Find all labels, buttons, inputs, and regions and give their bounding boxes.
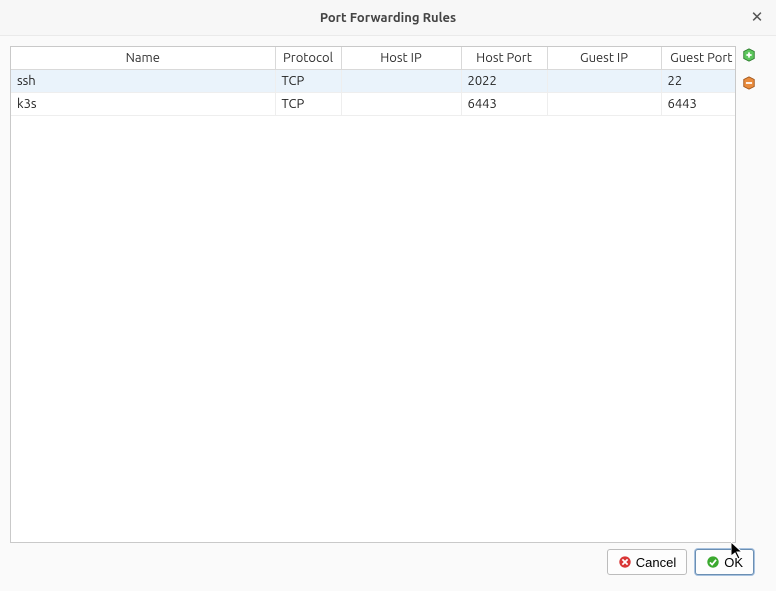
table-header-row: Name Protocol Host IP Host Port Guest IP… <box>11 47 736 70</box>
cell-guest-port[interactable]: 6443 <box>661 93 736 116</box>
cell-guest-ip[interactable] <box>547 70 661 93</box>
add-rule-icon <box>742 48 756 62</box>
cancel-label: Cancel <box>636 555 676 570</box>
cell-guest-ip[interactable] <box>547 93 661 116</box>
add-rule-button[interactable] <box>742 48 762 68</box>
cell-guest-port[interactable]: 22 <box>661 70 736 93</box>
side-toolbar <box>742 46 766 543</box>
remove-rule-icon <box>742 76 756 90</box>
ok-icon <box>706 555 720 569</box>
col-guest-ip[interactable]: Guest IP <box>547 47 661 70</box>
cell-protocol[interactable]: TCP <box>275 93 341 116</box>
col-name[interactable]: Name <box>11 47 275 70</box>
ok-label: OK <box>724 555 743 570</box>
remove-rule-button[interactable] <box>742 76 762 96</box>
table-row[interactable]: k3sTCP 6443 6443 <box>11 93 736 116</box>
rules-table-wrap: Name Protocol Host IP Host Port Guest IP… <box>10 46 736 543</box>
cell-protocol[interactable]: TCP <box>275 70 341 93</box>
rules-table[interactable]: Name Protocol Host IP Host Port Guest IP… <box>11 47 736 116</box>
col-host-ip[interactable]: Host IP <box>341 47 461 70</box>
window-title: Port Forwarding Rules <box>320 11 456 25</box>
col-protocol[interactable]: Protocol <box>275 47 341 70</box>
titlebar: Port Forwarding Rules ✕ <box>0 0 776 36</box>
cell-name[interactable]: ssh <box>11 70 275 93</box>
cell-host-port[interactable]: 6443 <box>461 93 547 116</box>
port-forwarding-dialog: Port Forwarding Rules ✕ Name Protocol Ho… <box>0 0 776 591</box>
dialog-footer: Cancel OK <box>10 543 766 581</box>
col-host-port[interactable]: Host Port <box>461 47 547 70</box>
table-row[interactable]: sshTCP 2022 22 <box>11 70 736 93</box>
close-icon[interactable]: ✕ <box>748 8 766 26</box>
cell-name[interactable]: k3s <box>11 93 275 116</box>
cell-host-ip[interactable] <box>341 93 461 116</box>
cell-host-ip[interactable] <box>341 70 461 93</box>
cancel-icon <box>618 555 632 569</box>
col-guest-port[interactable]: Guest Port <box>661 47 736 70</box>
cell-host-port[interactable]: 2022 <box>461 70 547 93</box>
cancel-button[interactable]: Cancel <box>607 549 687 575</box>
ok-button[interactable]: OK <box>695 549 754 575</box>
